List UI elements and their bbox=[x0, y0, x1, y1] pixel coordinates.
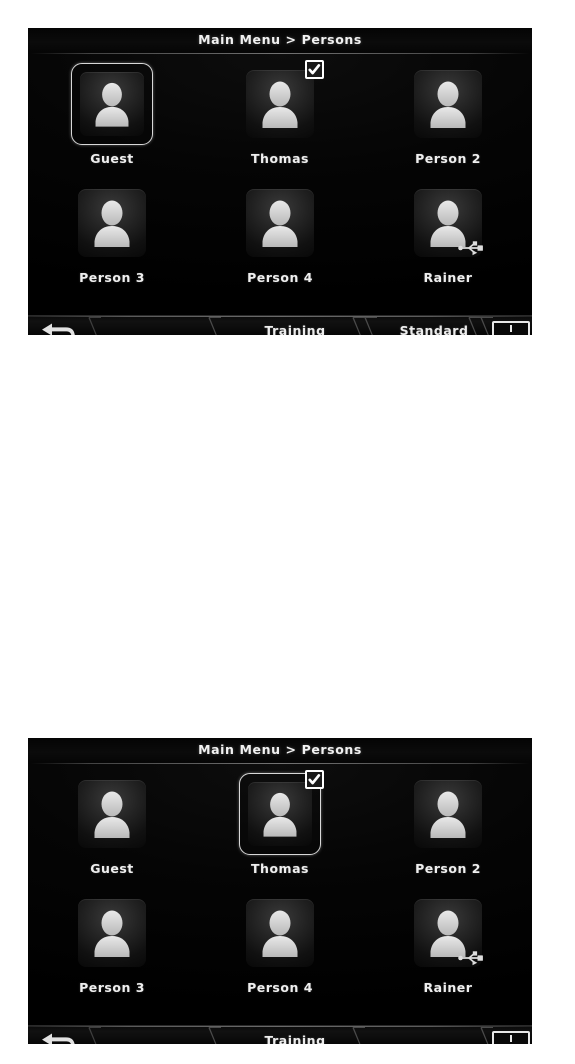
person-tile-rainer[interactable] bbox=[407, 892, 489, 974]
person-cell-rainer[interactable]: Rainer bbox=[364, 892, 532, 1011]
person-avatar-icon bbox=[248, 782, 312, 846]
persons-grid: Guest Thomas Person 2 Person 3 Person 4 … bbox=[28, 764, 532, 1025]
tab-standard-label: Standard bbox=[399, 323, 469, 335]
person-cell-person-3[interactable]: Person 3 bbox=[28, 892, 196, 1011]
person-label: Rainer bbox=[423, 980, 473, 995]
person-avatar-tile bbox=[80, 72, 144, 136]
person-cell-person-4[interactable]: Person 4 bbox=[196, 892, 364, 1011]
breadcrumb-title: Main Menu > Persons bbox=[198, 742, 362, 757]
person-cell-thomas[interactable]: Thomas bbox=[196, 60, 364, 182]
person-avatar-tile bbox=[414, 70, 482, 138]
person-label: Person 3 bbox=[79, 980, 145, 995]
tab-standard[interactable]: Standard bbox=[376, 316, 492, 335]
persons-screen-panel-1: Main Menu > Persons Guest Thomas Person … bbox=[28, 28, 532, 335]
person-tile-person-4[interactable] bbox=[239, 182, 321, 264]
person-tile-person-2[interactable] bbox=[407, 63, 489, 145]
person-tile-rainer[interactable] bbox=[407, 182, 489, 264]
person-label: Person 4 bbox=[247, 270, 313, 285]
person-label: Guest bbox=[90, 861, 134, 876]
tab-training[interactable]: Training bbox=[220, 1026, 370, 1044]
checkbox-checked-icon[interactable] bbox=[305, 60, 324, 79]
info-letter-i bbox=[510, 325, 512, 332]
person-label: Thomas bbox=[251, 861, 309, 876]
person-cell-thomas[interactable]: Thomas bbox=[196, 770, 364, 892]
person-avatar-icon bbox=[414, 70, 482, 138]
person-avatar-icon bbox=[78, 899, 146, 967]
person-cell-person-2[interactable]: Person 2 bbox=[364, 63, 532, 182]
person-label: Person 2 bbox=[415, 151, 481, 166]
info-icon bbox=[492, 321, 530, 335]
person-label: Person 3 bbox=[79, 270, 145, 285]
tab-standard[interactable] bbox=[376, 1026, 492, 1044]
person-avatar-tile bbox=[246, 189, 314, 257]
bottom-toolbar: Training Standard bbox=[28, 315, 532, 335]
person-tile-thomas[interactable] bbox=[239, 770, 324, 855]
breadcrumb-title: Main Menu > Persons bbox=[198, 32, 362, 47]
persons-grid: Guest Thomas Person 2 Person 3 Person 4 … bbox=[28, 54, 532, 315]
person-avatar-icon bbox=[246, 189, 314, 257]
person-tile-person-2[interactable] bbox=[407, 773, 489, 855]
person-avatar-tile bbox=[246, 70, 314, 138]
persons-row: Guest Thomas Person 2 bbox=[28, 60, 532, 182]
info-button[interactable] bbox=[490, 316, 532, 335]
persons-row: Person 3 Person 4 Rainer bbox=[28, 892, 532, 1011]
person-label: Thomas bbox=[251, 151, 309, 166]
person-cell-person-4[interactable]: Person 4 bbox=[196, 182, 364, 301]
person-avatar-tile bbox=[248, 782, 312, 846]
person-tile-person-3[interactable] bbox=[71, 182, 153, 264]
back-button[interactable] bbox=[28, 1026, 90, 1044]
person-cell-person-2[interactable]: Person 2 bbox=[364, 773, 532, 892]
person-avatar-tile bbox=[78, 780, 146, 848]
info-button[interactable] bbox=[490, 1026, 532, 1044]
person-tile-person-3[interactable] bbox=[71, 892, 153, 974]
persons-row: Person 3 Person 4 Rainer bbox=[28, 182, 532, 301]
person-label: Guest bbox=[90, 151, 134, 166]
person-avatar-tile bbox=[414, 780, 482, 848]
info-icon bbox=[492, 1031, 530, 1044]
person-avatar-icon bbox=[78, 189, 146, 257]
persons-row: Guest Thomas Person 2 bbox=[28, 770, 532, 892]
person-avatar-tile bbox=[78, 189, 146, 257]
toolbar-separator bbox=[88, 1027, 102, 1044]
tab-training[interactable]: Training bbox=[220, 316, 370, 335]
person-avatar-icon bbox=[246, 70, 314, 138]
toolbar-separator bbox=[88, 317, 102, 335]
person-avatar-icon bbox=[80, 72, 144, 136]
person-tile-person-4[interactable] bbox=[239, 892, 321, 974]
person-tile-thomas[interactable] bbox=[239, 60, 324, 145]
tab-training-label: Training bbox=[264, 323, 326, 335]
tab-training-label: Training bbox=[264, 1033, 326, 1044]
person-cell-guest[interactable]: Guest bbox=[28, 773, 196, 892]
usb-connected-icon bbox=[457, 948, 487, 966]
usb-connected-icon bbox=[457, 238, 487, 256]
person-label: Person 4 bbox=[247, 980, 313, 995]
person-tile-guest[interactable] bbox=[71, 63, 153, 145]
checkbox-checked-icon[interactable] bbox=[305, 770, 324, 789]
bottom-toolbar: Training bbox=[28, 1025, 532, 1044]
person-avatar-icon bbox=[414, 780, 482, 848]
back-arrow-icon bbox=[39, 1032, 79, 1044]
person-label: Person 2 bbox=[415, 861, 481, 876]
person-cell-rainer[interactable]: Rainer bbox=[364, 182, 532, 301]
person-avatar-tile bbox=[246, 899, 314, 967]
person-avatar-icon bbox=[78, 780, 146, 848]
person-cell-guest[interactable]: Guest bbox=[28, 63, 196, 182]
screen-header: Main Menu > Persons bbox=[28, 28, 532, 54]
person-avatar-icon bbox=[246, 899, 314, 967]
back-button[interactable] bbox=[28, 316, 90, 335]
person-label: Rainer bbox=[423, 270, 473, 285]
person-avatar-tile bbox=[78, 899, 146, 967]
info-letter-i bbox=[510, 1035, 512, 1042]
persons-screen-panel-2: Main Menu > Persons Guest Thomas Person … bbox=[28, 738, 532, 1044]
screen-header: Main Menu > Persons bbox=[28, 738, 532, 764]
person-cell-person-3[interactable]: Person 3 bbox=[28, 182, 196, 301]
back-arrow-icon bbox=[39, 322, 79, 335]
person-tile-guest[interactable] bbox=[71, 773, 153, 855]
